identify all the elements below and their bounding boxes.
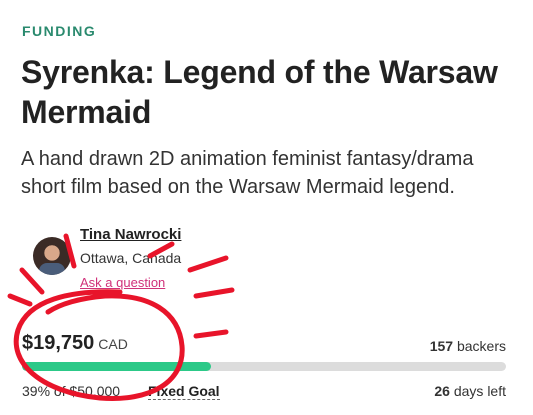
ask-question-link[interactable]: Ask a question bbox=[80, 275, 165, 290]
percent-funded: 39% of $50,000 bbox=[22, 383, 121, 399]
annotation-stroke-7 bbox=[193, 329, 229, 339]
annotation-stroke-5 bbox=[187, 255, 229, 273]
pledged-amount: $19,750 CAD bbox=[22, 332, 128, 355]
annotation-stroke-6 bbox=[193, 287, 235, 299]
days-number: 26 bbox=[434, 383, 450, 399]
backers-count: 157 backers bbox=[430, 338, 506, 354]
creator-name-link[interactable]: Tina Nawrocki bbox=[80, 226, 181, 243]
creator-location: Ottawa, Canada bbox=[80, 250, 182, 266]
backers-number: 157 bbox=[429, 338, 454, 354]
days-label: days left bbox=[453, 383, 506, 399]
campaign-title: Syrenka: Legend of the Warsaw Mermaid bbox=[21, 54, 498, 130]
backers-label: backers bbox=[456, 338, 506, 354]
pledged-value: $19,750 bbox=[22, 332, 95, 354]
pledged-currency: CAD bbox=[98, 336, 128, 352]
days-left: 26 days left bbox=[434, 383, 506, 399]
funding-progress-fill bbox=[22, 362, 211, 371]
creator-avatar[interactable] bbox=[33, 237, 71, 275]
funding-progress-bar bbox=[22, 362, 506, 371]
annotation-stroke-2 bbox=[7, 293, 33, 307]
campaign-subtitle: A hand drawn 2D animation feminist fanta… bbox=[21, 148, 474, 198]
category-label: FUNDING bbox=[22, 23, 97, 39]
goal-type-label[interactable]: Fixed Goal bbox=[148, 383, 220, 400]
